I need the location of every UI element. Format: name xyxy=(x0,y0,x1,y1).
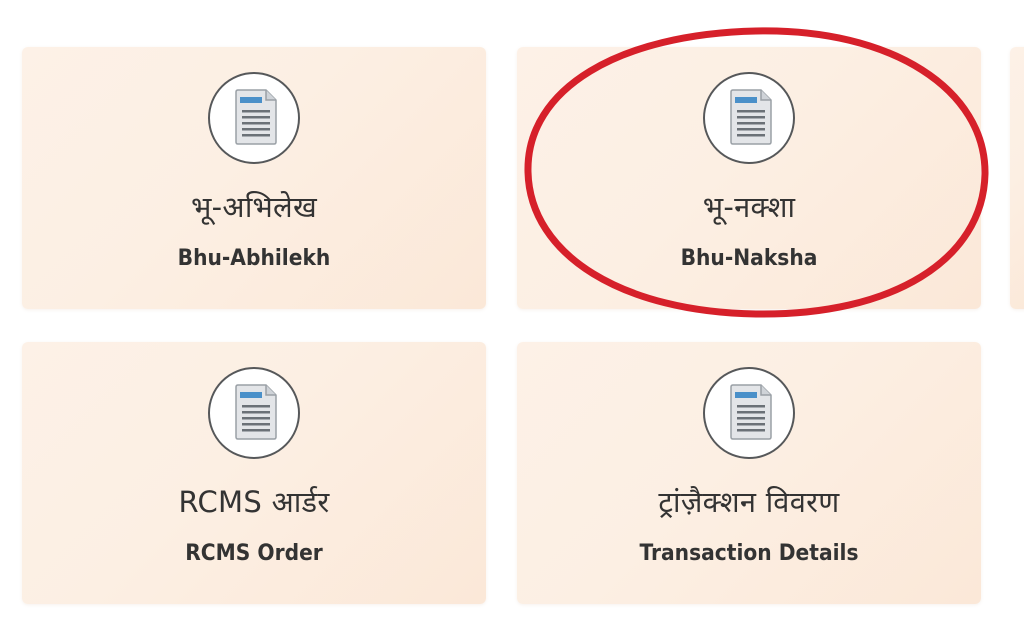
tile-title-hindi: RCMS आर्डर xyxy=(178,485,330,519)
tile-title-english: Bhu-Abhilekh xyxy=(177,246,331,271)
tile-title-hindi: भू-अभिलेख xyxy=(190,190,318,224)
tile-title-hindi: भू-नक्शा xyxy=(702,190,796,224)
tile-title-english: Transaction Details xyxy=(639,541,859,566)
document-icon xyxy=(208,72,300,164)
tile-partial-right[interactable] xyxy=(1010,47,1024,309)
tile-bhu-abhilekh[interactable]: भू-अभिलेख Bhu-Abhilekh xyxy=(22,47,486,309)
tile-transaction-details[interactable]: ट्रांज़ैक्शन विवरण Transaction Details xyxy=(517,342,981,604)
tile-title-english: Bhu-Naksha xyxy=(680,246,818,271)
tile-title-hindi: ट्रांज़ैक्शन विवरण xyxy=(658,485,840,519)
document-icon xyxy=(208,367,300,459)
document-icon xyxy=(703,367,795,459)
tile-rcms-order[interactable]: RCMS आर्डर RCMS Order xyxy=(22,342,486,604)
tile-bhu-naksha[interactable]: भू-नक्शा Bhu-Naksha xyxy=(517,47,981,309)
tile-title-english: RCMS Order xyxy=(185,541,323,566)
document-icon xyxy=(703,72,795,164)
